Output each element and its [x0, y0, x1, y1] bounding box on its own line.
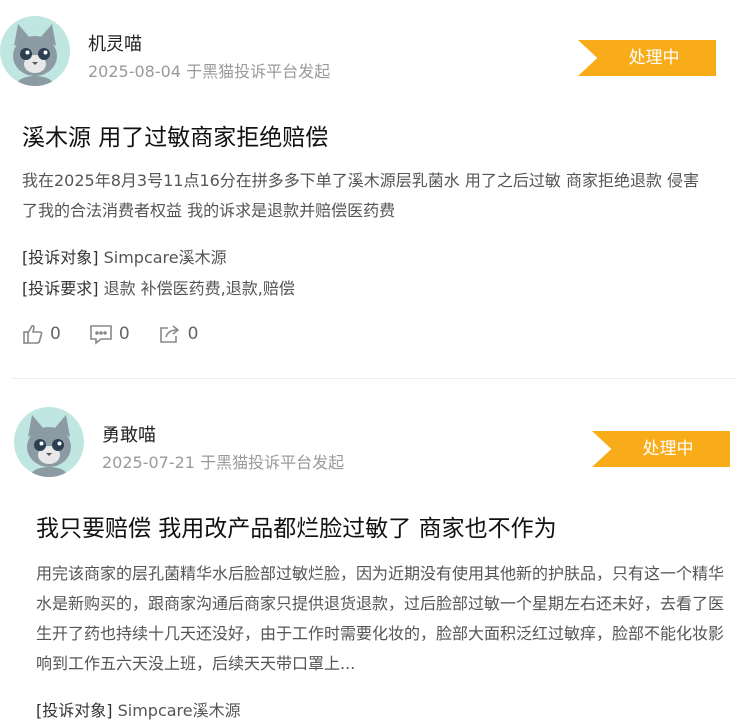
action-bar: 0 0 0	[22, 323, 198, 345]
cat-avatar[interactable]	[14, 407, 84, 477]
demand-value: 退款 补偿医药费,退款,赔偿	[103, 279, 295, 298]
share-icon	[158, 323, 182, 345]
demand-label: [投诉要求]	[22, 279, 99, 298]
cat-avatar[interactable]	[0, 16, 70, 86]
share-button[interactable]: 0	[158, 323, 199, 345]
complaint-title[interactable]: 溪木源 用了过敏商家拒绝赔偿	[22, 118, 328, 152]
complaint-card[interactable]: 机灵喵 2025-08-04 于黑猫投诉平台发起 处理中 溪木源 用了过敏商家拒…	[0, 0, 749, 378]
post-meta: 2025-07-21 于黑猫投诉平台发起	[102, 453, 345, 472]
like-count: 0	[50, 324, 61, 344]
comment-count: 0	[118, 324, 130, 344]
complaint-demand: [投诉要求] 退款 补偿医药费,退款,赔偿	[22, 275, 295, 299]
post-meta: 2025-08-04 于黑猫投诉平台发起	[88, 62, 331, 81]
complaint-target: [投诉对象] Simpcare溪木源	[22, 244, 227, 268]
like-button[interactable]: 0	[22, 323, 61, 345]
complaint-target: [投诉对象] Simpcare溪木源	[36, 697, 241, 721]
complaint-content[interactable]: 用完该商家的层孔菌精华水后脸部过敏烂脸，因为近期没有使用其他新的护肤品，只有这一…	[36, 559, 724, 679]
target-label: [投诉对象]	[36, 701, 113, 720]
user-name[interactable]: 勇敢喵	[102, 421, 156, 447]
complaint-content[interactable]: 我在2025年8月3号11点16分在拼多多下单了溪木源层乳菌水 用了之后过敏 商…	[22, 166, 712, 226]
comment-button[interactable]: 0	[89, 323, 130, 345]
thumbs-up-icon	[22, 323, 44, 345]
target-value[interactable]: Simpcare溪木源	[104, 248, 227, 267]
complaint-card[interactable]: 勇敢喵 2025-07-21 于黑猫投诉平台发起 处理中 我只要赔偿 我用改产品…	[12, 378, 737, 725]
user-name[interactable]: 机灵喵	[88, 30, 142, 56]
target-label: [投诉对象]	[22, 248, 99, 267]
share-count: 0	[187, 324, 199, 344]
status-badge: 处理中	[578, 40, 716, 76]
complaint-title[interactable]: 我只要赔偿 我用改产品都烂脸过敏了 商家也不作为	[36, 509, 557, 543]
target-value[interactable]: Simpcare溪木源	[118, 701, 241, 720]
comment-icon	[89, 323, 113, 345]
status-badge: 处理中	[592, 431, 730, 467]
